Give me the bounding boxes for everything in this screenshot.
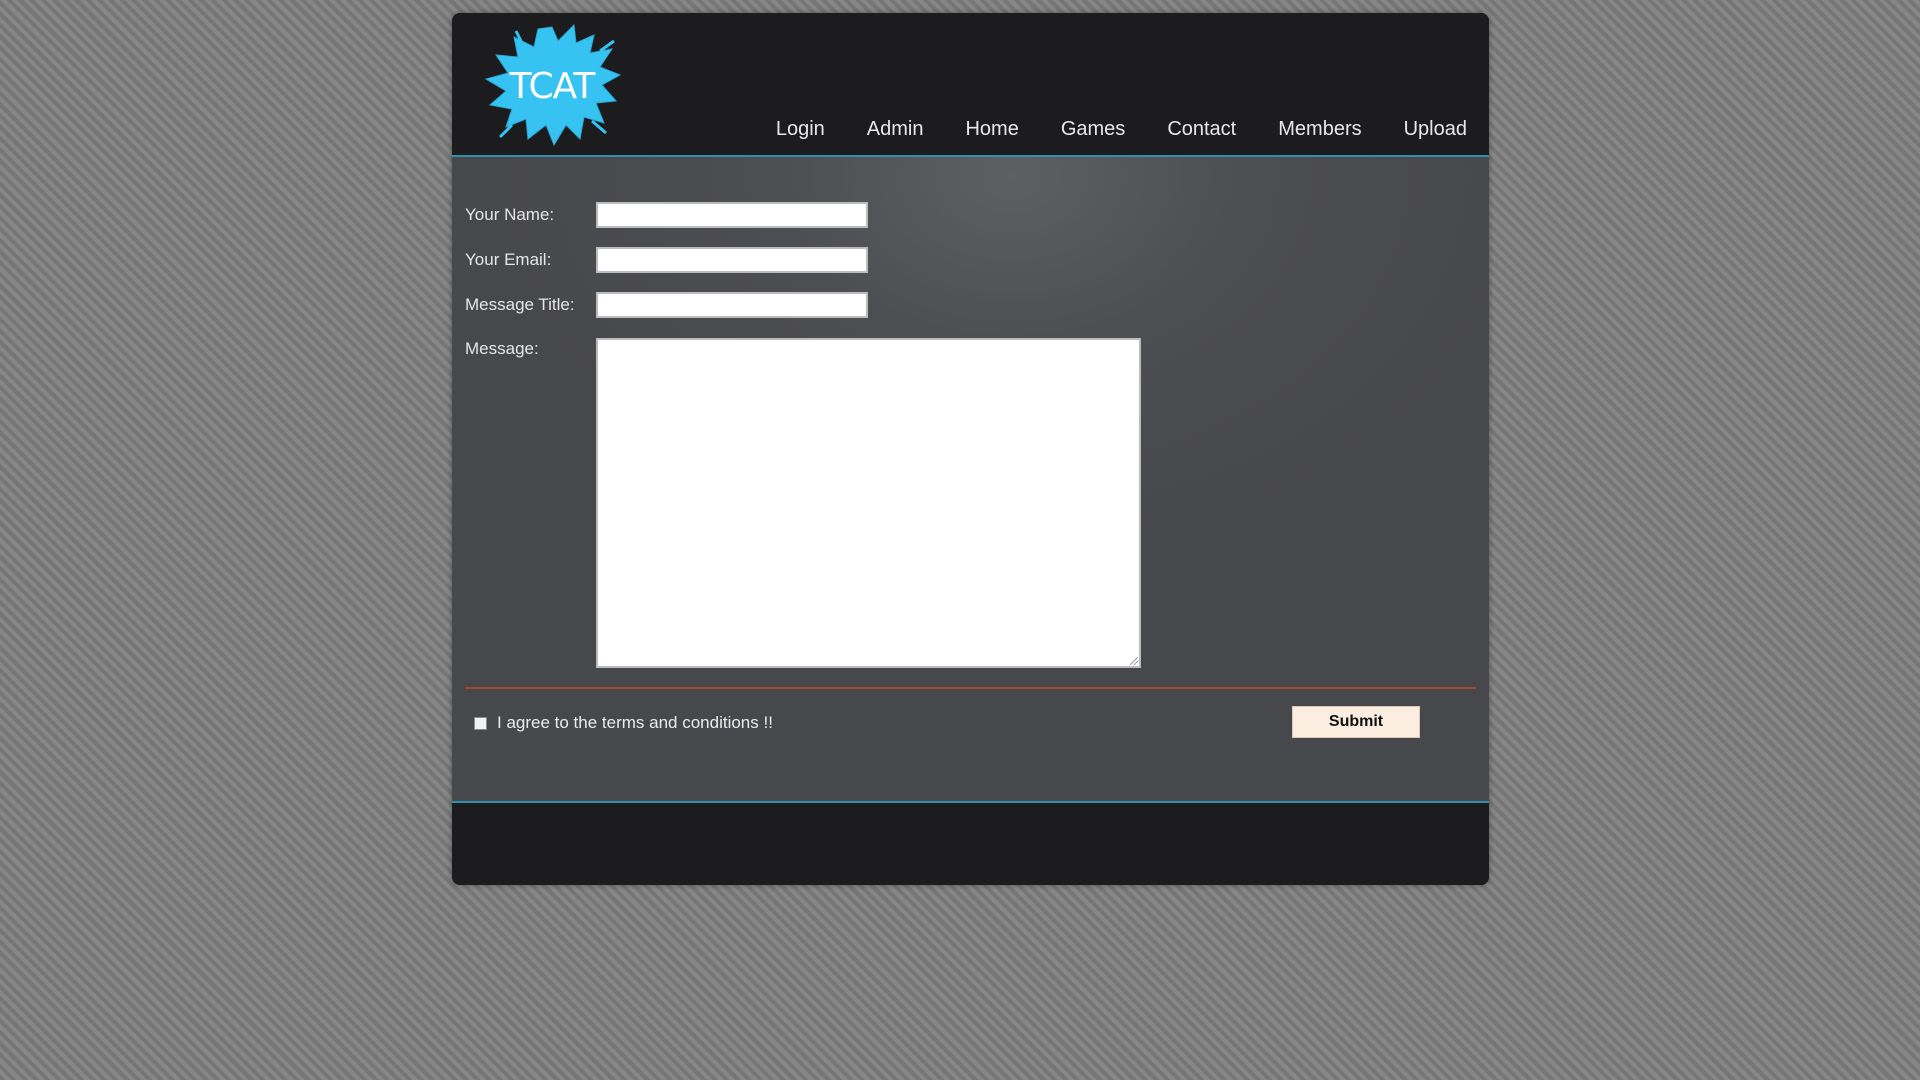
site-container: TCAT Login Admin Home Games Contact Memb… bbox=[452, 13, 1489, 885]
name-input[interactable] bbox=[596, 202, 868, 228]
logo-text: TCAT bbox=[509, 66, 596, 107]
terms-label: I agree to the terms and conditions !! bbox=[497, 713, 773, 732]
main-nav: Login Admin Home Games Contact Members U… bbox=[734, 118, 1467, 141]
tcat-logo[interactable]: TCAT bbox=[482, 21, 622, 149]
name-label: Your Name: bbox=[465, 205, 555, 224]
nav-item-upload[interactable]: Upload bbox=[1404, 118, 1467, 141]
message-textarea[interactable] bbox=[596, 338, 1141, 668]
nav-item-admin[interactable]: Admin bbox=[867, 118, 924, 141]
resize-handle-icon[interactable] bbox=[1130, 657, 1138, 665]
terms-checkbox[interactable] bbox=[474, 716, 487, 730]
nav-item-login[interactable]: Login bbox=[776, 118, 825, 141]
message-label: Message: bbox=[465, 339, 539, 358]
submit-button[interactable]: Submit bbox=[1292, 706, 1420, 738]
nav-item-contact[interactable]: Contact bbox=[1167, 118, 1236, 141]
form-divider bbox=[465, 687, 1476, 689]
contact-form: Your Name: Your Email: Message Title: Me… bbox=[452, 157, 1489, 803]
site-header: TCAT Login Admin Home Games Contact Memb… bbox=[452, 13, 1489, 157]
message-title-label: Message Title: bbox=[465, 295, 575, 314]
terms-row: I agree to the terms and conditions !! bbox=[474, 713, 773, 733]
nav-item-games[interactable]: Games bbox=[1061, 118, 1125, 141]
nav-item-members[interactable]: Members bbox=[1278, 118, 1361, 141]
email-label: Your Email: bbox=[465, 250, 552, 269]
nav-item-home[interactable]: Home bbox=[965, 118, 1018, 141]
site-footer bbox=[452, 803, 1489, 885]
message-title-input[interactable] bbox=[596, 292, 868, 318]
email-input[interactable] bbox=[596, 247, 868, 273]
